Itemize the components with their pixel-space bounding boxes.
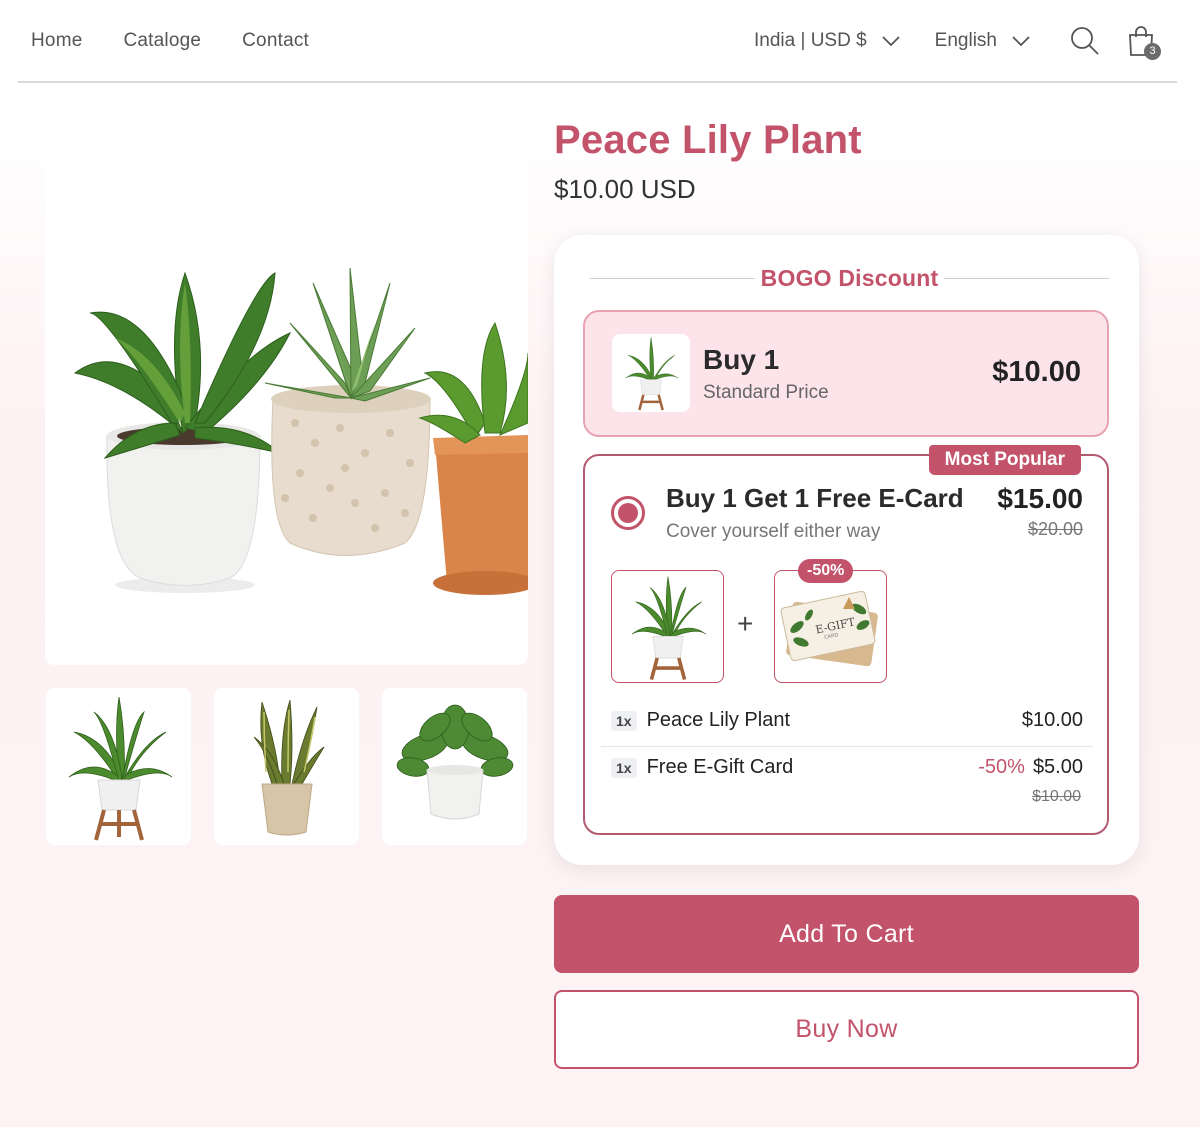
bundle-item-gift-card-image: E-GIFT CARD <box>774 570 887 683</box>
add-to-cart-button[interactable]: Add To Cart <box>554 895 1139 973</box>
nav-home[interactable]: Home <box>31 30 82 52</box>
line-item-price: $10.00 <box>1021 709 1083 731</box>
buy-now-button[interactable]: Buy Now <box>554 990 1139 1069</box>
pothos-plant-photo <box>396 704 513 819</box>
thumbnail-peace-lily-stand[interactable] <box>46 688 191 845</box>
nav-cataloge[interactable]: Cataloge <box>123 30 201 52</box>
thumbnail-snake-plant[interactable] <box>214 688 359 845</box>
plants-photo <box>73 267 528 595</box>
language-selector-label: English <box>934 29 997 51</box>
search-icon <box>1071 26 1099 55</box>
peace-lily-stand-photo <box>631 576 706 680</box>
gift-card-icon: E-GIFT CARD <box>780 590 878 666</box>
line-item-name: Free E-Gift Card <box>646 756 794 778</box>
most-popular-badge: Most Popular <box>928 445 1081 475</box>
line-item-discount: -50% <box>978 756 1025 778</box>
language-selector[interactable]: English <box>935 30 1031 52</box>
option-title: Buy 1 <box>703 344 780 375</box>
bundle-option-bogo[interactable]: Most Popular Buy 1 Get 1 Free E-Card Cov… <box>583 445 1109 835</box>
quantity-badge: 1x <box>611 757 637 778</box>
site-header: Home Cataloge Contact India | USD $ Engl… <box>18 0 1177 83</box>
radio-dot <box>618 503 638 523</box>
line-item: 1x Peace Lily Plant $10.00 <box>611 709 1083 732</box>
country-selector[interactable]: India | USD $ <box>754 30 901 52</box>
quantity-badge: 1x <box>611 710 637 731</box>
bundle-item-plant-image <box>611 570 724 683</box>
main-nav: Home Cataloge Contact <box>31 30 309 52</box>
thumbnail-pothos-plant[interactable] <box>382 688 527 845</box>
search-button[interactable] <box>1069 25 1101 57</box>
option-radio-selected[interactable] <box>611 496 645 530</box>
bundle-heading: BOGO Discount <box>590 265 1110 292</box>
bundle-offer-card: BOGO Discount Buy 1 Standard Price $10.0… <box>554 235 1139 865</box>
option-price: $15.00 <box>997 483 1083 514</box>
chevron-down-icon <box>882 35 900 46</box>
option-compare-price: $20.00 <box>1027 519 1083 539</box>
header-actions: India | USD $ English 3 <box>754 25 1161 60</box>
peace-lily-stand-photo <box>68 696 172 841</box>
bundle-heading-label: BOGO Discount <box>760 265 939 291</box>
option-thumbnail <box>612 334 690 412</box>
peace-lily-stand-photo <box>625 337 678 411</box>
divider <box>944 278 1110 279</box>
chevron-down-icon <box>1012 35 1030 46</box>
line-item-price: $5.00 <box>1032 756 1083 778</box>
country-selector-label: India | USD $ <box>754 29 867 51</box>
product-main-image[interactable] <box>45 123 528 665</box>
cart-count-badge: 3 <box>1144 42 1161 60</box>
snake-plant-photo <box>253 699 324 835</box>
line-item: 1x Free E-Gift Card -50% $5.00 <box>611 756 1083 779</box>
line-item-name: Peace Lily Plant <box>646 709 790 731</box>
option-price: $10.00 <box>992 356 1081 388</box>
divider <box>601 746 1093 747</box>
plus-icon: + <box>737 608 754 639</box>
cart-button[interactable]: 3 <box>1125 25 1161 60</box>
option-subtitle: Cover yourself either way <box>666 521 881 542</box>
option-title: Buy 1 Get 1 Free E-Card <box>666 483 964 513</box>
product-title: Peace Lily Plant <box>554 118 862 162</box>
bundle-option-buy-1[interactable]: Buy 1 Standard Price $10.00 <box>583 310 1109 437</box>
product-price: $10.00 USD <box>554 174 696 204</box>
option-subtitle: Standard Price <box>703 382 829 403</box>
divider <box>590 278 755 279</box>
nav-contact[interactable]: Contact <box>242 30 309 52</box>
line-item-compare-price: $10.00 <box>1032 788 1081 805</box>
discount-pill: -50% <box>798 559 854 583</box>
